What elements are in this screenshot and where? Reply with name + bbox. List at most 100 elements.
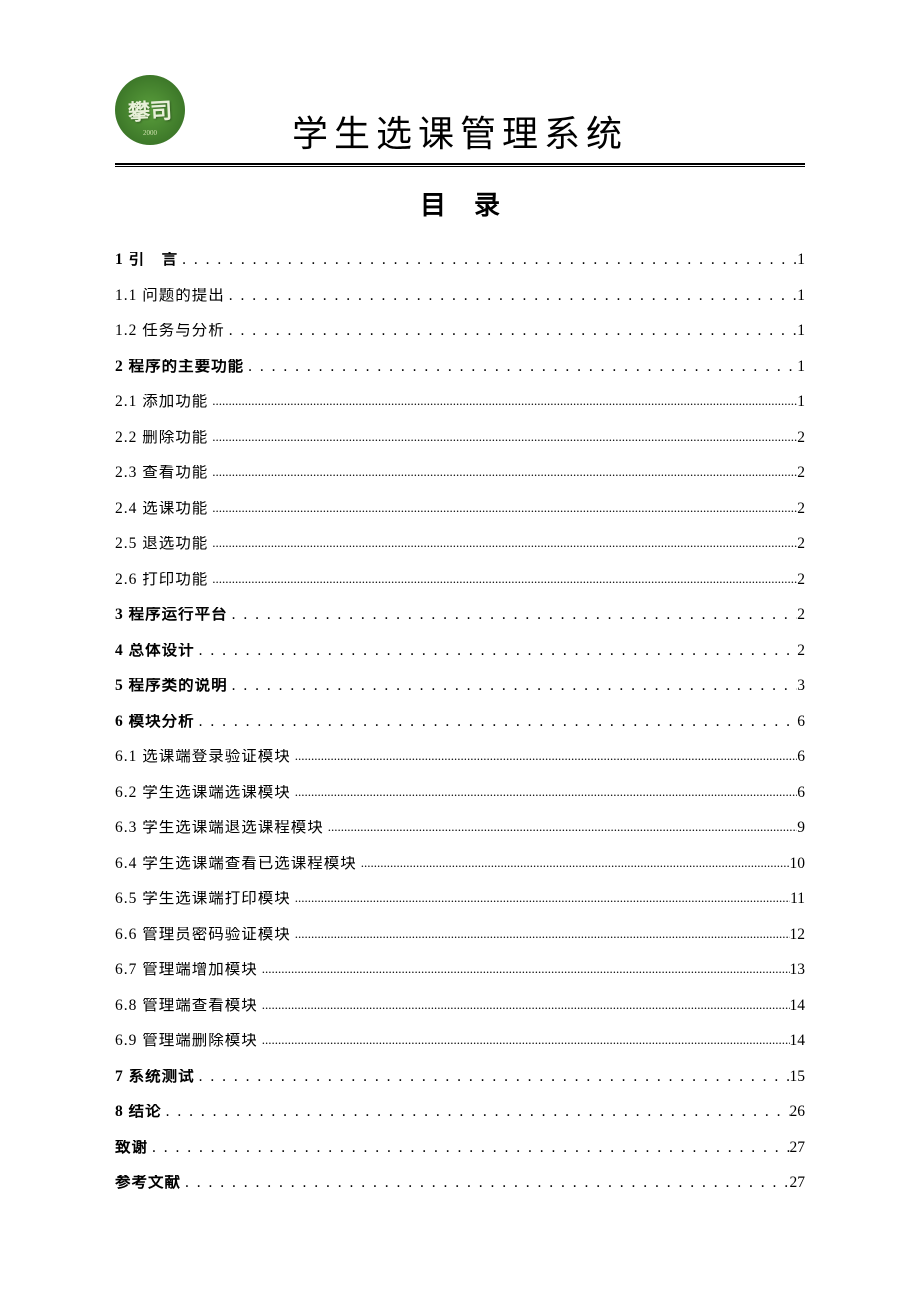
toc-entry-label: 7 系统测试: [115, 1069, 195, 1085]
toc-entry-label: 2.6 打印功能: [115, 572, 208, 588]
toc-entry-label: 1.2 任务与分析: [115, 323, 225, 339]
toc-entry-page: 6: [797, 714, 805, 730]
toc-entry: 6.7 管理端增加模块.............................…: [115, 962, 805, 978]
toc-entry-page: 2: [797, 643, 805, 659]
toc-entry-label: 6 模块分析: [115, 714, 195, 730]
toc-entry: 5 程序类的说明. . . . . . . . . . . . . . . . …: [115, 678, 805, 694]
toc-entry: 6.2 学生选课端选课模块...........................…: [115, 785, 805, 801]
toc-entry-page: 2: [797, 607, 805, 623]
title-rule-thick: [115, 163, 805, 165]
toc-leader-dots: . . . . . . . . . . . . . . . . . . . . …: [178, 252, 797, 268]
title-rule-thin: [115, 166, 805, 167]
toc-leader-dots: . . . . . . . . . . . . . . . . . . . . …: [225, 288, 797, 304]
toc-leader-dots: . . . . . . . . . . . . . . . . . . . . …: [195, 714, 798, 730]
toc-entry: 1.1 问题的提出. . . . . . . . . . . . . . . .…: [115, 288, 805, 304]
toc-entry-label: 2.4 选课功能: [115, 501, 208, 517]
toc-entry: 6.9 管理端删除模块.............................…: [115, 1033, 805, 1049]
toc-entry: 2 程序的主要功能. . . . . . . . . . . . . . . .…: [115, 359, 805, 375]
toc-entry-page: 26: [790, 1104, 806, 1120]
toc-leader-dots: . . . . . . . . . . . . . . . . . . . . …: [195, 643, 798, 659]
toc-entry-page: 11: [790, 891, 805, 907]
logo-circle-icon: 攀司 2000: [115, 75, 185, 145]
logo-year: 2000: [143, 129, 157, 137]
toc-entry-page: 2: [797, 501, 805, 517]
toc-leader-dots: ........................................…: [258, 962, 790, 975]
toc-entry-label: 8 结论: [115, 1104, 162, 1120]
toc-entry-label: 2.5 退选功能: [115, 536, 208, 552]
toc-entry-page: 10: [790, 856, 806, 872]
toc-leader-dots: ........................................…: [291, 749, 797, 762]
toc-leader-dots: . . . . . . . . . . . . . . . . . . . . …: [225, 323, 797, 339]
toc-leader-dots: ........................................…: [208, 501, 797, 514]
toc-entry-label: 6.6 管理员密码验证模块: [115, 927, 291, 943]
toc-entry-label: 2.3 查看功能: [115, 465, 208, 481]
toc-leader-dots: . . . . . . . . . . . . . . . . . . . . …: [244, 359, 797, 375]
toc-entry-page: 27: [790, 1175, 806, 1191]
toc-entry: 8 结论. . . . . . . . . . . . . . . . . . …: [115, 1104, 805, 1120]
toc-entry: 6.3 学生选课端退选课程模块.........................…: [115, 820, 805, 836]
toc-entry-page: 1: [797, 323, 805, 339]
toc-entry-page: 1: [797, 394, 805, 410]
toc-entry-label: 2.1 添加功能: [115, 394, 208, 410]
toc-entry-label: 6.5 学生选课端打印模块: [115, 891, 291, 907]
toc-leader-dots: ........................................…: [324, 820, 797, 833]
logo-text: 攀司: [127, 93, 173, 127]
toc-leader-dots: . . . . . . . . . . . . . . . . . . . . …: [228, 607, 798, 623]
toc-entry-page: 1: [797, 288, 805, 304]
toc-entry: 6.1 选课端登录验证模块...........................…: [115, 749, 805, 765]
toc-leader-dots: ........................................…: [208, 394, 797, 407]
toc-leader-dots: ........................................…: [258, 1033, 790, 1046]
toc-entry-page: 15: [790, 1069, 806, 1085]
toc-leader-dots: ........................................…: [208, 572, 797, 585]
toc-entry-label: 6.9 管理端删除模块: [115, 1033, 258, 1049]
toc-entry: 4 总体设计. . . . . . . . . . . . . . . . . …: [115, 643, 805, 659]
toc-leader-dots: ........................................…: [291, 927, 790, 940]
toc-entry: 6.8 管理端查看模块.............................…: [115, 998, 805, 1014]
toc-entry: 7 系统测试. . . . . . . . . . . . . . . . . …: [115, 1069, 805, 1085]
table-of-contents: 1 引 言. . . . . . . . . . . . . . . . . .…: [115, 252, 805, 1191]
toc-entry-page: 2: [797, 430, 805, 446]
toc-entry-page: 6: [797, 785, 805, 801]
toc-entry: 参考文献. . . . . . . . . . . . . . . . . . …: [115, 1175, 805, 1191]
toc-entry: 2.5 退选功能................................…: [115, 536, 805, 552]
toc-entry: 致谢. . . . . . . . . . . . . . . . . . . …: [115, 1140, 805, 1156]
toc-entry-page: 27: [790, 1140, 806, 1156]
toc-entry-label: 1 引 言: [115, 252, 178, 268]
toc-entry-label: 2 程序的主要功能: [115, 359, 244, 375]
toc-entry: 6.5 学生选课端打印模块...........................…: [115, 891, 805, 907]
toc-entry-page: 13: [790, 962, 806, 978]
toc-leader-dots: ........................................…: [357, 856, 790, 869]
toc-entry-label: 参考文献: [115, 1175, 181, 1191]
toc-entry: 2.1 添加功能................................…: [115, 394, 805, 410]
university-logo: 攀司 2000: [115, 75, 185, 145]
toc-entry: 1.2 任务与分析. . . . . . . . . . . . . . . .…: [115, 323, 805, 339]
toc-entry-label: 致谢: [115, 1140, 148, 1156]
document-header: 攀司 2000 学生选课管理系统: [115, 75, 805, 167]
toc-entry: 3 程序运行平台. . . . . . . . . . . . . . . . …: [115, 607, 805, 623]
toc-entry-page: 1: [797, 252, 805, 268]
toc-entry-label: 6.8 管理端查看模块: [115, 998, 258, 1014]
toc-entry-page: 9: [797, 820, 805, 836]
toc-leader-dots: ........................................…: [208, 430, 797, 443]
toc-entry-page: 1: [797, 359, 805, 375]
toc-entry-label: 1.1 问题的提出: [115, 288, 225, 304]
toc-entry-page: 2: [797, 465, 805, 481]
toc-entry: 2.2 删除功能................................…: [115, 430, 805, 446]
toc-leader-dots: . . . . . . . . . . . . . . . . . . . . …: [195, 1069, 790, 1085]
toc-leader-dots: . . . . . . . . . . . . . . . . . . . . …: [148, 1140, 789, 1156]
document-page: 攀司 2000 学生选课管理系统 目录 1 引 言. . . . . . . .…: [0, 0, 920, 1271]
toc-entry-page: 2: [797, 572, 805, 588]
toc-entry-page: 2: [797, 536, 805, 552]
toc-entry: 2.6 打印功能................................…: [115, 572, 805, 588]
toc-heading: 目录: [115, 185, 805, 222]
toc-leader-dots: ........................................…: [291, 891, 790, 904]
toc-entry-label: 5 程序类的说明: [115, 678, 228, 694]
toc-entry: 1 引 言. . . . . . . . . . . . . . . . . .…: [115, 252, 805, 268]
toc-leader-dots: ........................................…: [208, 465, 797, 478]
toc-entry-page: 14: [790, 1033, 806, 1049]
toc-entry: 2.3 查看功能................................…: [115, 465, 805, 481]
toc-entry-page: 12: [790, 927, 806, 943]
toc-entry-label: 6.1 选课端登录验证模块: [115, 749, 291, 765]
toc-entry-label: 6.7 管理端增加模块: [115, 962, 258, 978]
toc-entry: 6 模块分析. . . . . . . . . . . . . . . . . …: [115, 714, 805, 730]
